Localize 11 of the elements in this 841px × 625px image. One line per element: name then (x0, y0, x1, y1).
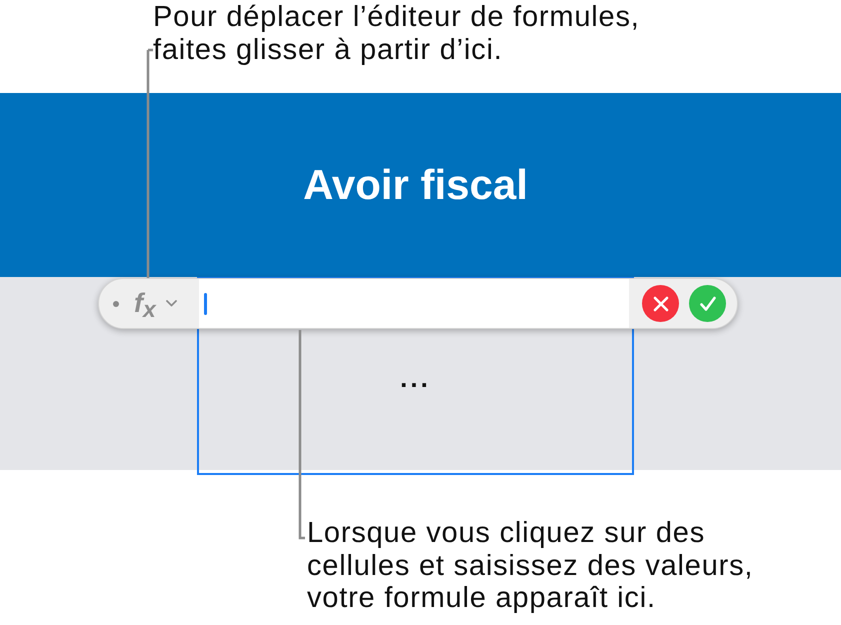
caret-icon (166, 300, 177, 307)
callout-text: Pour déplacer l’éditeur de formules, faites glisser à partir d’ici. (153, 1, 641, 66)
formula-input[interactable] (199, 279, 629, 328)
table-title: Avoir fiscal (303, 161, 528, 209)
check-icon (700, 296, 716, 312)
drag-handle-icon[interactable] (113, 300, 119, 306)
callout-text: Lorsque vous cliquez sur des cellules et saisissez des valeurs, votre formule apparaît ici. (307, 517, 754, 614)
cancel-button[interactable] (642, 285, 679, 322)
accept-button[interactable] (689, 285, 726, 322)
cross-icon (652, 296, 668, 312)
cell-value: ... (400, 363, 431, 393)
